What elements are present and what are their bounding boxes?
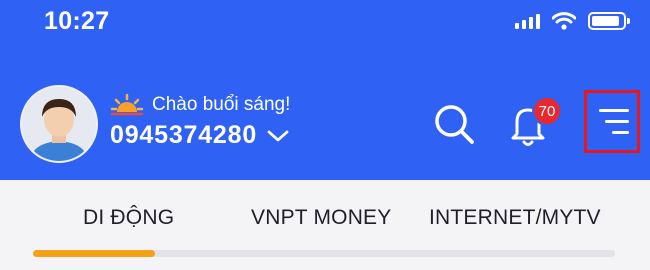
- avatar[interactable]: [20, 85, 98, 163]
- menu-button[interactable]: [584, 90, 640, 153]
- service-tabs: DI ĐỘNG VNPT MONEY INTERNET/MYTV: [0, 200, 650, 240]
- chevron-down-icon: [267, 130, 289, 141]
- notification-button[interactable]: 70: [504, 94, 564, 150]
- menu-line-top: [599, 109, 629, 112]
- phone-selector[interactable]: 0945374280: [110, 121, 289, 150]
- tab-vnpt-money[interactable]: VNPT MONEY: [251, 206, 391, 230]
- phone-number: 0945374280: [110, 121, 258, 149]
- app-header: 10:27 Chào buổi sáng! 0945374280 70: [0, 0, 650, 180]
- greeting-text: Chào buổi sáng!: [152, 94, 291, 115]
- sunrise-icon: [110, 94, 144, 116]
- signal-icon: [515, 13, 540, 29]
- menu-line-middle: [605, 120, 629, 123]
- search-button[interactable]: [430, 100, 480, 150]
- tab-di-dong[interactable]: DI ĐỘNG: [83, 206, 174, 230]
- status-icons: [515, 10, 630, 32]
- greeting-row: Chào buổi sáng!: [110, 94, 290, 116]
- tab-scroll-track: [33, 250, 615, 257]
- notification-badge: 70: [532, 96, 562, 126]
- tab-internet-mytv[interactable]: INTERNET/MYTV: [429, 206, 601, 230]
- tab-active-indicator: [33, 250, 156, 257]
- menu-line-bottom: [612, 131, 629, 134]
- status-time: 10:27: [44, 7, 110, 35]
- battery-icon: [588, 12, 630, 30]
- search-icon: [435, 105, 474, 144]
- wifi-icon: [552, 12, 576, 30]
